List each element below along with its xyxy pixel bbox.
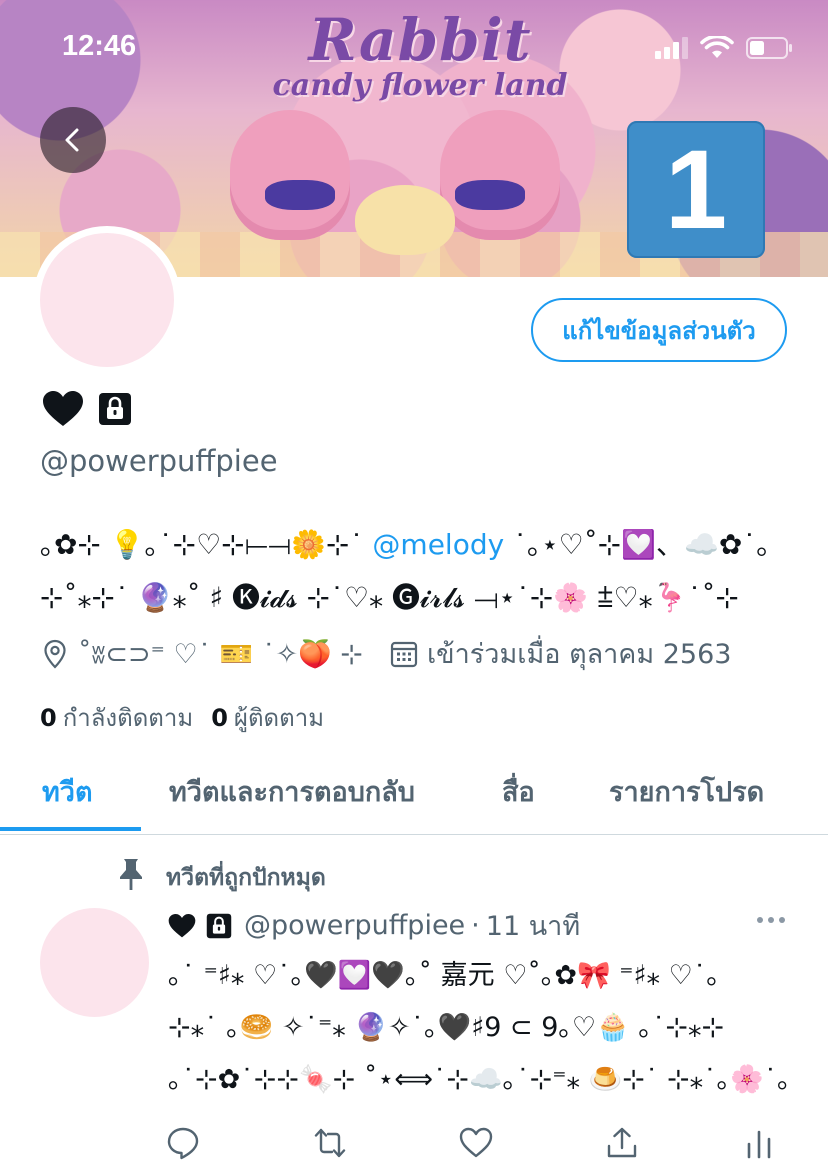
banner-bow-right [455, 180, 525, 210]
profile-tabs: ทวีต ทวีตและการตอบกลับ สื่อ รายการโปรด [0, 760, 828, 835]
back-button[interactable] [40, 107, 106, 173]
tweet-line-1: ｡˙ ⁼♯⁎ ♡˙｡🖤💟🖤｡˚ 嘉元 ♡˚｡✿🎀 ⁼♯⁎ ♡˙｡ [168, 960, 720, 991]
followers-count: 0 [211, 704, 228, 732]
tweet-time[interactable]: 11 นาที [486, 904, 580, 947]
display-name [42, 390, 132, 428]
number-badge: 1 [627, 121, 765, 258]
battery-icon [746, 37, 792, 59]
tweet-header: @powerpuffpiee · 11 นาที [168, 904, 580, 947]
bio-line-1-prefix: ｡✿⊹ 💡｡˙⊹♡⊹⟝⟞🌼⊹˙ [40, 528, 373, 561]
banner-bunny-right [440, 110, 560, 240]
bio-line-1-suffix: ˙｡⋆♡˚⊹💟、☁️✿˙｡ [504, 528, 771, 561]
profile-avatar[interactable] [33, 226, 181, 374]
like-icon[interactable] [459, 1126, 493, 1160]
black-heart-icon [43, 391, 83, 426]
status-time: 12:46 [62, 30, 137, 62]
profile-bio: ｡✿⊹ 💡｡˙⊹♡⊹⟝⟞🌼⊹˙ @melody ˙｡⋆♡˚⊹💟、☁️✿˙｡ ⊹˚… [40, 518, 800, 624]
protected-lock-icon [206, 913, 232, 938]
tab-tweets[interactable]: ทวีต [42, 770, 93, 813]
retweet-icon[interactable] [313, 1126, 347, 1160]
bio-line-2: ⊹˚⁎⊹˙ 🔮⁎˚ ♯ 🅚𝓲𝓭𝓼 ⊹˙♡⁎ 🅖𝓲𝓻𝓵𝓼 ⟞⋆˙⊹🌸 ⩲♡⁎🦩˙˚… [40, 581, 739, 614]
follow-stats: 0 กำลังติดตาม 0 ผู้ติดตาม [40, 698, 324, 737]
banner-bow-left [265, 180, 335, 210]
following-count: 0 [40, 704, 57, 732]
following-link[interactable]: 0 กำลังติดตาม [40, 704, 193, 732]
protected-lock-icon [99, 393, 131, 425]
followers-label: ผู้ติดตาม [233, 704, 325, 732]
followers-link[interactable]: 0 ผู้ติดตาม [211, 704, 324, 732]
tweet-author-avatar[interactable] [40, 908, 149, 1017]
tweet-separator: · [471, 910, 480, 941]
active-tab-indicator [0, 827, 141, 831]
more-options-icon[interactable] [754, 910, 788, 930]
tab-media[interactable]: สื่อ [502, 770, 535, 813]
following-label: กำลังติดตาม [62, 704, 194, 732]
tab-tweets-and-replies[interactable]: ทวีตและการตอบกลับ [169, 770, 415, 813]
profile-meta: ˚ʬ⊂⊃⁼ ♡˙ 🎫 ˙✧🍑 ⊹ เข้าร่วมเมื่อ ตุลาคม 25… [40, 632, 731, 675]
wifi-icon [700, 36, 734, 58]
tab-likes[interactable]: รายการโปรด [609, 770, 764, 813]
bio-line-1: ｡✿⊹ 💡｡˙⊹♡⊹⟝⟞🌼⊹˙ @melody ˙｡⋆♡˚⊹💟、☁️✿˙｡ [40, 518, 800, 571]
pinned-tweet-label: ทวีตที่ถูกปักหมุด [166, 865, 326, 891]
badge-number: 1 [664, 126, 728, 252]
tweet-author-handle[interactable]: @powerpuffpiee [244, 910, 465, 941]
banner-bunny-left [230, 110, 350, 240]
pin-icon [120, 859, 142, 890]
share-icon[interactable] [605, 1126, 639, 1160]
tweet-actions [0, 1122, 828, 1167]
chevron-left-icon [65, 128, 79, 152]
tweet-line-3: ｡˙⊹✿˙⊹⊹🍬⊹ ˚⋆⟺˙⊹☁️｡˙⊹⁼⁎ 🍮⊹˙ ⊹⁎˙｡🌸˙｡ [168, 1064, 791, 1095]
black-heart-icon [168, 913, 196, 937]
status-icons [655, 36, 794, 60]
analytics-icon[interactable] [742, 1126, 776, 1160]
banner-butterfly [355, 185, 455, 255]
profile-handle: @powerpuffpiee [40, 444, 278, 478]
calendar-icon [390, 641, 418, 667]
tweet-text: ｡˙ ⁼♯⁎ ♡˙｡🖤💟🖤｡˚ 嘉元 ♡˚｡✿🎀 ⁼♯⁎ ♡˙｡ ⊹⁎˙ ｡🥯 … [168, 950, 808, 1106]
profile-location: ˚ʬ⊂⊃⁼ ♡˙ 🎫 ˙✧🍑 ⊹ [78, 638, 363, 670]
reply-icon[interactable] [166, 1126, 200, 1160]
status-bar: 12:46 [0, 0, 828, 96]
profile-joined-date: เข้าร่วมเมื่อ ตุลาคม 2563 [426, 639, 732, 670]
bio-mention-link[interactable]: @melody [372, 528, 504, 561]
location-pin-icon [44, 639, 66, 669]
edit-profile-button[interactable]: แก้ไขข้อมูลส่วนตัว [531, 298, 787, 362]
tweet-line-2: ⊹⁎˙ ｡🥯 ✧˙⁼⁎ 🔮✧˙｡🖤♯9 ⊂ 9｡♡🧁 ｡˙⊹⁎⊹ [168, 1012, 725, 1043]
signal-icon [655, 37, 688, 59]
